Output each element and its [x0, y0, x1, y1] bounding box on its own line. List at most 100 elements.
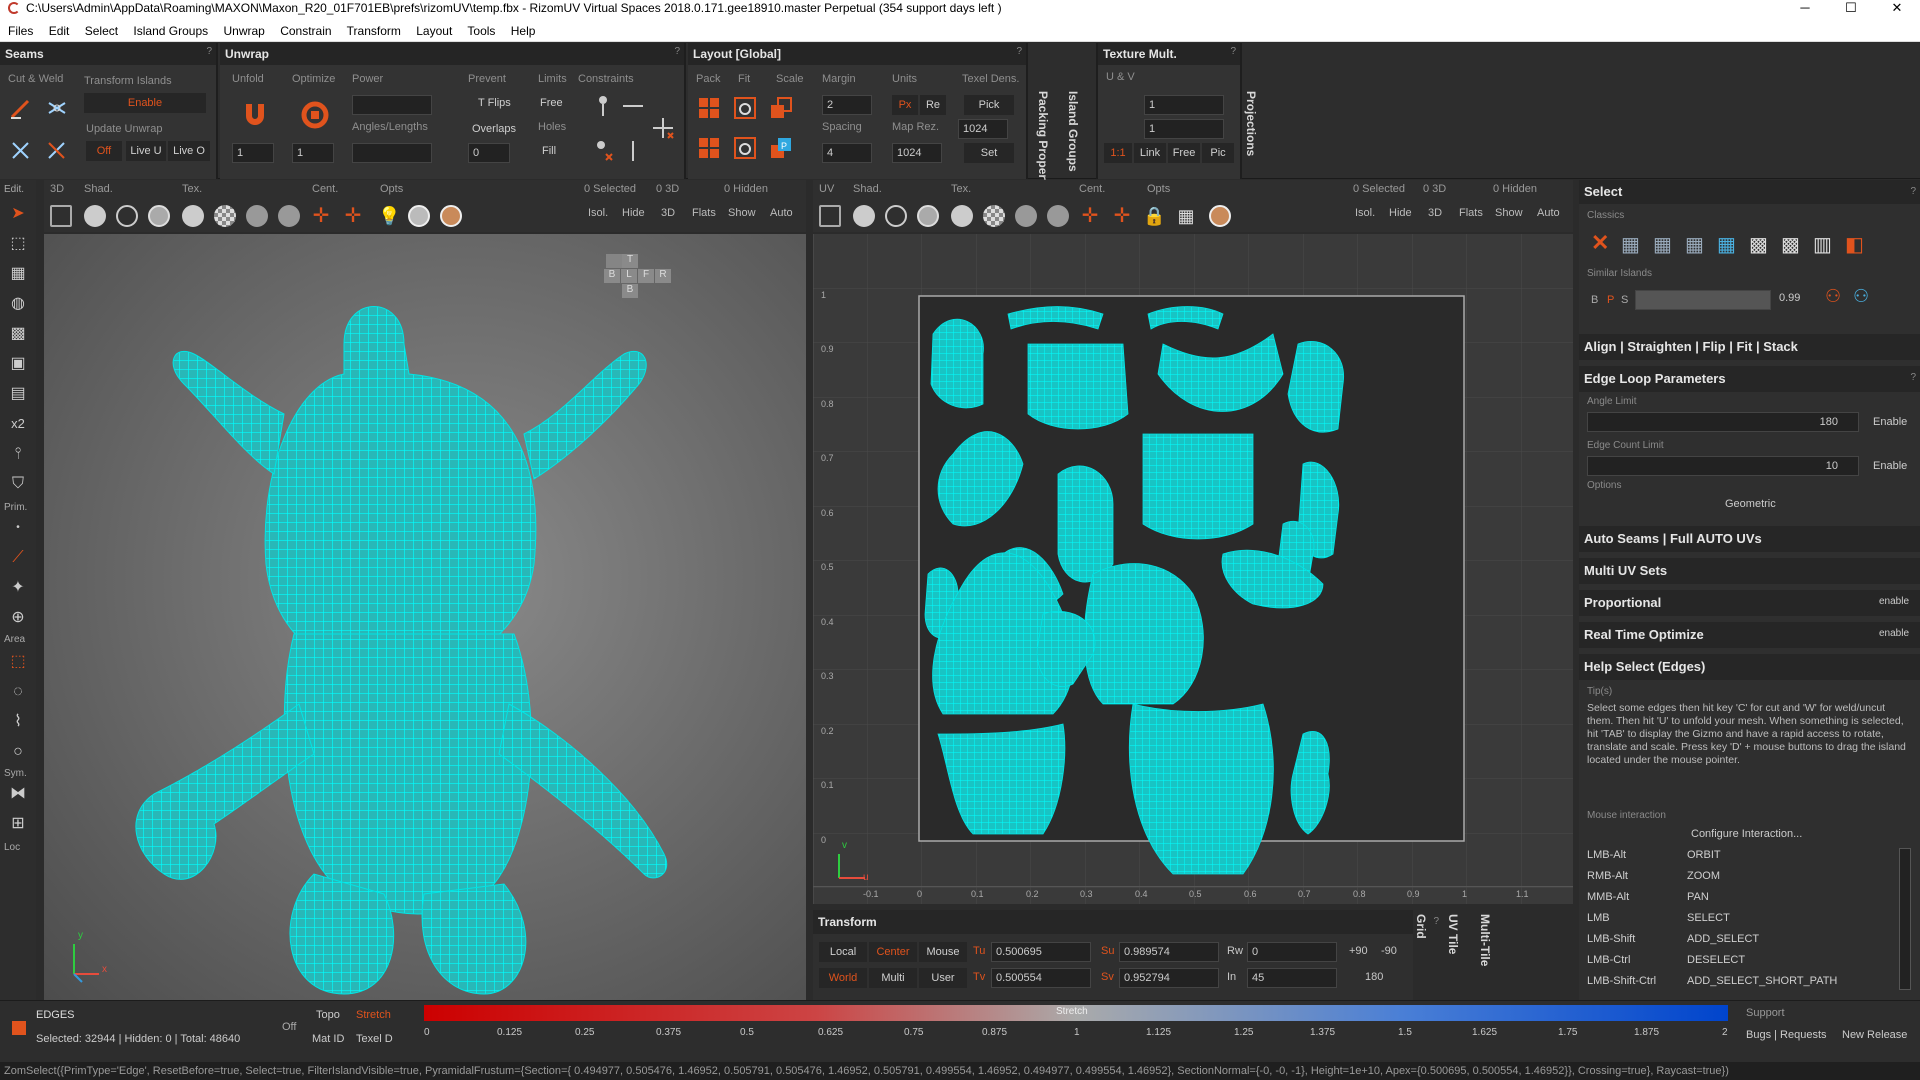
shaded-sphere-icon[interactable] [84, 205, 106, 227]
center-selection-icon[interactable]: ✛ [342, 205, 364, 227]
isolate-button[interactable]: Isol. [588, 207, 608, 219]
optimize-icon[interactable] [300, 100, 330, 130]
uv-lock-icon[interactable]: 🔒 [1143, 205, 1165, 227]
menu-files[interactable]: Files [8, 24, 33, 38]
tu-field[interactable]: 0.500695 [991, 942, 1091, 962]
select-arrow-icon[interactable]: ➤ [6, 202, 30, 226]
help-icon[interactable]: ? [674, 46, 680, 57]
face-mode-icon[interactable]: ✦ [6, 576, 30, 600]
center-target-icon[interactable]: ✛ [310, 205, 332, 227]
island-select-icon[interactable]: ◍ [6, 292, 30, 316]
mouse-button[interactable]: Mouse [919, 942, 967, 962]
configure-interaction-button[interactable]: Configure Interaction... [1691, 828, 1802, 840]
mouse-list-scrollbar[interactable] [1899, 848, 1911, 990]
texture-mult-v-field[interactable]: 1 [1144, 119, 1224, 139]
pin-tool-icon[interactable]: ⫯ [6, 442, 30, 466]
deselect-icon[interactable]: ✕ [1591, 230, 1609, 256]
similar-p-label[interactable]: P [1607, 294, 1614, 306]
vertex-mode-icon[interactable]: • [6, 516, 30, 540]
fit-islands-icon[interactable] [732, 135, 758, 161]
enable-button[interactable]: Enable [84, 93, 206, 113]
edge-count-field[interactable]: 10 [1587, 456, 1859, 476]
rotate-180-button[interactable]: 180 [1365, 971, 1383, 983]
maximize-button[interactable]: ☐ [1828, 0, 1874, 18]
help-icon[interactable]: ? [1910, 372, 1916, 383]
view-cube-right[interactable]: R [655, 269, 671, 283]
texture-2-icon[interactable] [246, 205, 268, 227]
select-columns-icon[interactable]: ▥ [1813, 232, 1832, 257]
similar-select-icon[interactable]: ⚇ [1825, 286, 1841, 307]
uv-wire-icon[interactable] [885, 205, 907, 227]
uv-show-button[interactable]: Show [1495, 207, 1523, 219]
x2-button[interactable]: x2 [6, 412, 30, 436]
re-units-button[interactable]: Re [920, 95, 946, 115]
stretch-button[interactable]: Stretch [356, 1009, 391, 1021]
uv-flats-button[interactable]: Flats [1459, 207, 1483, 219]
map-rez-field-2[interactable]: 1024 [892, 143, 942, 163]
texture-off-icon[interactable] [182, 205, 204, 227]
free-button[interactable]: Free [1168, 143, 1200, 163]
angle-enable-button[interactable]: Enable [1873, 416, 1907, 428]
tv-field[interactable]: 0.500554 [991, 968, 1091, 988]
select-grid-3-icon[interactable]: ▦ [1685, 232, 1704, 257]
uv-center-target-icon[interactable]: ✛ [1079, 205, 1101, 227]
real-time-optimize-section-title[interactable]: Real Time Optimize [1579, 622, 1920, 648]
uv-3d-button[interactable]: 3D [1428, 207, 1442, 219]
set-button[interactable]: Set [964, 143, 1014, 163]
uv-center-selection-icon[interactable]: ✛ [1111, 205, 1133, 227]
similar-group-icon[interactable]: ⚇ [1853, 286, 1869, 307]
select-grid-2-icon[interactable]: ▦ [1653, 232, 1672, 257]
live-u-button[interactable]: Live U [126, 141, 166, 161]
wire-sphere-icon[interactable] [116, 205, 138, 227]
auto-weld-icon[interactable] [44, 138, 70, 164]
proportional-section-title[interactable]: Proportional [1579, 590, 1920, 616]
pic-button[interactable]: Pic [1202, 143, 1234, 163]
help-icon[interactable]: ? [206, 46, 212, 57]
background-toggle-icon[interactable] [408, 205, 430, 227]
projections-tab[interactable]: Projections [1244, 91, 1258, 156]
similar-b-label[interactable]: B [1591, 294, 1598, 306]
uv-texture-2-icon[interactable] [1015, 205, 1037, 227]
shield-icon[interactable]: ⛉ [6, 472, 30, 496]
polyline-area-icon[interactable]: ⌇ [6, 710, 30, 734]
rotate-plus-90-button[interactable]: +90 [1349, 945, 1368, 957]
rect-area-icon[interactable]: ⬚ [6, 650, 30, 674]
cube-select-icon[interactable]: ▤ [6, 382, 30, 406]
uv-tile-tab[interactable]: UV Tile [1446, 914, 1460, 954]
uv-isolate-button[interactable]: Isol. [1355, 207, 1375, 219]
grid-tab[interactable]: Grid [1414, 914, 1428, 939]
help-icon[interactable]: ? [1910, 186, 1916, 197]
pin-icon[interactable] [590, 93, 616, 119]
ratio-1-1-button[interactable]: 1:1 [1104, 143, 1132, 163]
power-slider[interactable] [352, 95, 432, 115]
island-groups-tab[interactable]: Island Groups [1066, 91, 1080, 172]
menu-island-groups[interactable]: Island Groups [133, 24, 208, 38]
show-button[interactable]: Show [728, 207, 756, 219]
menu-transform[interactable]: Transform [347, 24, 401, 38]
geometric-option[interactable]: Geometric [1725, 498, 1776, 510]
select-grid-4-icon[interactable]: ▦ [1717, 232, 1736, 257]
light-bulb-icon[interactable]: 💡 [378, 205, 400, 227]
lasso-area-icon[interactable]: ◌ [6, 680, 30, 704]
texel-d-button[interactable]: Texel D [356, 1033, 393, 1045]
3d-button[interactable]: 3D [661, 207, 675, 219]
proportional-enable-button[interactable]: enable [1879, 596, 1909, 607]
frame-icon[interactable] [50, 205, 72, 227]
unfold-icon[interactable] [240, 100, 270, 130]
rotate-minus-90-button[interactable]: -90 [1381, 945, 1397, 957]
hide-button[interactable]: Hide [622, 207, 645, 219]
texel-scale-icon[interactable]: P [768, 135, 794, 161]
uv-grid-icon[interactable]: ▦ [1175, 205, 1197, 227]
color-off-button[interactable]: Off [282, 1021, 296, 1033]
center-button[interactable]: Center [869, 942, 917, 962]
t-flips-label[interactable]: T Flips [478, 97, 511, 109]
uv-checker-icon[interactable] [983, 205, 1005, 227]
edge-mode-icon[interactable]: ⟋ [6, 546, 30, 570]
rotation-field[interactable]: 0 [1247, 942, 1337, 962]
local-button[interactable]: Local [819, 942, 867, 962]
uv-texture-3-icon[interactable] [1047, 205, 1069, 227]
menu-unwrap[interactable]: Unwrap [223, 24, 264, 38]
multi-uv-sets-section-title[interactable]: Multi UV Sets [1579, 558, 1920, 584]
uv-frame-icon[interactable] [819, 205, 841, 227]
scale-icon[interactable] [768, 95, 794, 121]
